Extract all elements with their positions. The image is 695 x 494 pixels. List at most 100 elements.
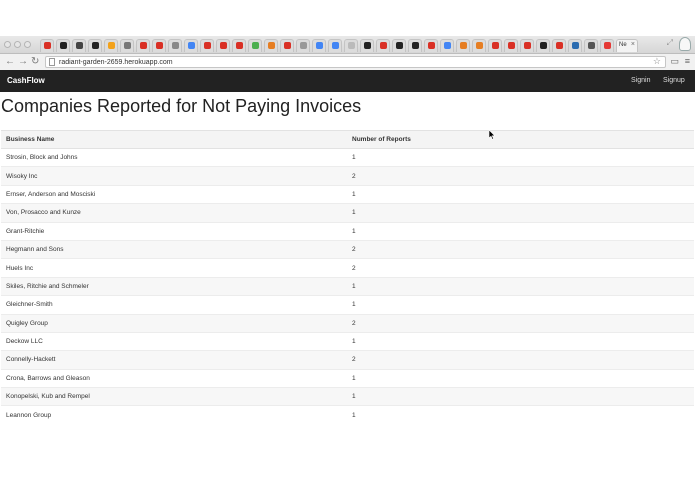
browser-tab[interactable] (488, 39, 502, 52)
tab-favicon-icon (156, 42, 163, 49)
menu-icon[interactable]: ≡ (685, 56, 690, 66)
tab-favicon-icon (140, 42, 147, 49)
report-count-cell: 1 (347, 276, 694, 296)
tab-favicon-icon (396, 42, 403, 49)
table-row: Leannon Group 1 (1, 405, 694, 424)
profile-avatar-icon[interactable] (679, 37, 691, 51)
browser-tab[interactable] (344, 39, 358, 52)
browser-tabs: Ne × (40, 39, 638, 52)
brand-link[interactable]: CashFlow (7, 70, 45, 92)
page-icon (49, 58, 55, 66)
tab-favicon-icon (540, 42, 547, 49)
table-body: Strosin, Block and Johns 1 Wisoky Inc 2 Erns… (1, 147, 694, 424)
minimize-window-icon[interactable] (14, 41, 21, 48)
browser-tab[interactable] (40, 39, 54, 52)
tab-favicon-icon (108, 42, 115, 49)
report-count-cell: 1 (347, 387, 694, 406)
browser-tab[interactable] (456, 39, 470, 52)
report-count-cell: 2 (347, 166, 694, 186)
browser-tab[interactable] (360, 39, 374, 52)
browser-tab[interactable] (88, 39, 102, 52)
browser-tab[interactable] (600, 39, 614, 52)
browser-tab[interactable] (520, 39, 534, 52)
report-count-cell: 2 (347, 239, 694, 259)
zoom-window-icon[interactable] (24, 41, 31, 48)
browser-tab[interactable] (504, 39, 518, 52)
close-window-icon[interactable] (4, 41, 11, 48)
browser-tab[interactable] (376, 39, 390, 52)
browser-tab[interactable] (408, 39, 422, 52)
browser-tab[interactable] (216, 39, 230, 52)
browser-tab[interactable] (232, 39, 246, 52)
table-row: Ernser, Anderson and Mosciski 1 (1, 184, 694, 204)
report-count-cell: 1 (347, 331, 694, 351)
browser-tab[interactable] (584, 39, 598, 52)
table-row: Wisoky Inc 2 (1, 166, 694, 186)
page-title: Companies Reported for Not Paying Invoic… (1, 96, 362, 116)
tab-favicon-icon (508, 42, 515, 49)
bookmark-star-icon[interactable]: ☆ (653, 56, 661, 67)
browser-tab[interactable] (120, 39, 134, 52)
business-name-cell: Wisoky Inc (1, 166, 347, 186)
tab-favicon-icon (412, 42, 419, 49)
browser-tab[interactable] (184, 39, 198, 52)
table-row: Crona, Barrows and Gleason 1 (1, 368, 694, 388)
forward-button[interactable]: → (18, 55, 28, 69)
browser-tab[interactable] (280, 39, 294, 52)
browser-tab[interactable] (536, 39, 550, 52)
browser-tab[interactable] (328, 39, 342, 52)
tab-close-icon[interactable]: × (631, 41, 635, 48)
active-browser-tab[interactable]: Ne × (616, 39, 638, 52)
browser-tab[interactable] (296, 39, 310, 52)
tab-favicon-icon (364, 42, 371, 49)
tab-favicon-icon (188, 42, 195, 49)
tab-favicon-icon (268, 42, 275, 49)
signin-link[interactable]: Signin (631, 70, 650, 92)
signup-link[interactable]: Signup (663, 70, 685, 92)
browser-tab[interactable] (248, 39, 262, 52)
browser-tab[interactable] (312, 39, 326, 52)
business-name-cell: Quigley Group (1, 313, 347, 333)
fullscreen-icon[interactable]: ⤢ (667, 38, 673, 48)
browser-tab[interactable] (152, 39, 166, 52)
cast-icon[interactable]: ▭ (670, 56, 679, 67)
business-name-cell: Crona, Barrows and Gleason (1, 368, 347, 388)
address-bar[interactable]: radiant-garden-2659.herokuapp.com ☆ (45, 56, 666, 68)
browser-tab[interactable] (552, 39, 566, 52)
tab-favicon-icon (124, 42, 131, 49)
back-button[interactable]: ← (5, 55, 15, 69)
browser-tab[interactable] (104, 39, 118, 52)
report-count-cell: 1 (347, 203, 694, 223)
browser-tab[interactable] (440, 39, 454, 52)
active-tab-label: Ne (619, 42, 627, 48)
browser-tab[interactable] (472, 39, 486, 52)
browser-tab[interactable] (200, 39, 214, 52)
tab-favicon-icon (428, 42, 435, 49)
report-count-cell: 2 (347, 258, 694, 278)
table-header-row: Business Name Number of Reports (1, 130, 694, 149)
table-row: Skiles, Ritchie and Schmeler 1 (1, 276, 694, 296)
tab-favicon-icon (492, 42, 499, 49)
report-count-cell: 1 (347, 184, 694, 204)
browser-tab[interactable] (168, 39, 182, 52)
browser-tab[interactable] (72, 39, 86, 52)
table-row: Grant-Ritchie 1 (1, 221, 694, 241)
browser-tab[interactable] (568, 39, 582, 52)
browser-tab[interactable] (392, 39, 406, 52)
tab-favicon-icon (572, 42, 579, 49)
tab-favicon-icon (476, 42, 483, 49)
table-row: Huels Inc 2 (1, 258, 694, 278)
browser-tab[interactable] (136, 39, 150, 52)
business-name-cell: Connelly-Hackett (1, 350, 347, 370)
business-name-header: Business Name (1, 130, 347, 149)
browser-tab[interactable] (424, 39, 438, 52)
reload-button[interactable]: ↻ (31, 55, 39, 69)
table-row: Hegmann and Sons 2 (1, 239, 694, 259)
browser-tab[interactable] (56, 39, 70, 52)
business-name-cell: Konopelski, Kub and Rempel (1, 387, 347, 406)
business-name-cell: Grant-Ritchie (1, 221, 347, 241)
tab-favicon-icon (204, 42, 211, 49)
business-name-cell: Von, Prosacco and Kunze (1, 203, 347, 223)
browser-tab[interactable] (264, 39, 278, 52)
browser-toolbar: ← → ↻ radiant-garden-2659.herokuapp.com … (0, 54, 695, 71)
